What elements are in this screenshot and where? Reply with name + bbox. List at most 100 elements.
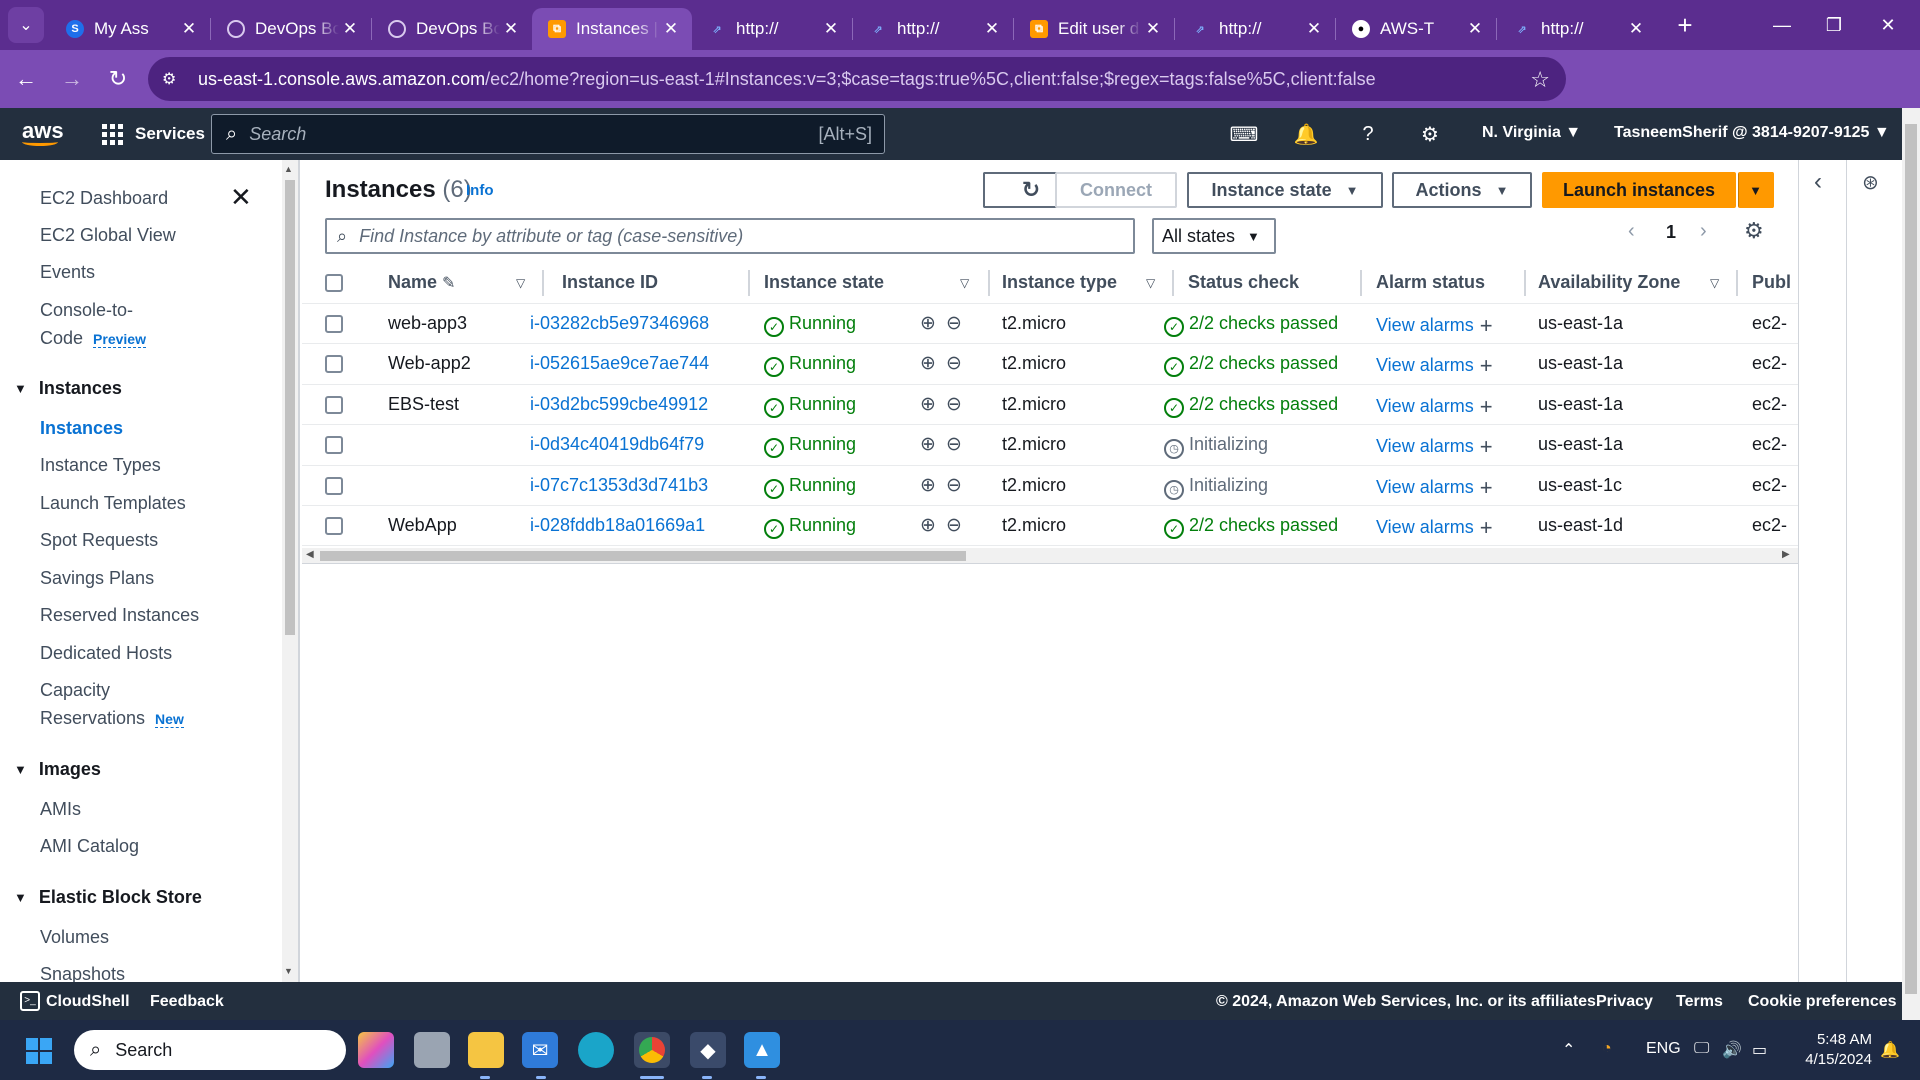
add-alarm-plus-icon[interactable]: + xyxy=(1480,434,1493,459)
feedback-link[interactable]: Feedback xyxy=(150,993,224,1011)
scroll-down-arrow-icon[interactable]: ▼ xyxy=(284,966,293,976)
mail-app-icon[interactable]: ✉ xyxy=(522,1032,558,1068)
column-resizer[interactable] xyxy=(542,270,544,296)
col-status-check[interactable]: Status check xyxy=(1188,272,1299,293)
add-alarm-plus-icon[interactable]: + xyxy=(1480,353,1493,378)
sort-triangle-icon[interactable]: ▽ xyxy=(1146,276,1155,290)
col-availability-zone[interactable]: Availability Zone xyxy=(1538,272,1680,293)
browser-tab[interactable]: ⇗ http:// ✕ xyxy=(1175,8,1335,50)
taskbar-search-input[interactable]: ⌕ Search xyxy=(74,1030,346,1070)
account-menu[interactable]: TasneemSherif @ 3814-9207-9125 ▼ xyxy=(1614,124,1890,142)
add-alarm-plus-icon[interactable]: + xyxy=(1480,394,1493,419)
select-all-checkbox[interactable] xyxy=(325,274,343,292)
tab-close-icon[interactable]: ✕ xyxy=(1303,19,1325,39)
new-tab-button[interactable]: + xyxy=(1667,7,1703,43)
browser-tab[interactable]: ⇗ http:// ✕ xyxy=(1497,8,1657,50)
preview-badge[interactable]: Preview xyxy=(93,331,146,348)
scroll-up-arrow-icon[interactable]: ▲ xyxy=(284,164,293,174)
table-row[interactable]: i-0d34c40419db64f79 ✓ Running ⊕ ⊖ t2.micro ◷ In… xyxy=(302,425,1798,466)
zoom-in-icon[interactable]: ⊕ xyxy=(920,433,936,456)
next-page-icon[interactable]: › xyxy=(1700,220,1707,243)
task-view-icon[interactable] xyxy=(414,1032,450,1068)
sidebar-item-console-to-code[interactable]: Console-to- Code Preview xyxy=(40,296,146,353)
volume-icon[interactable]: 🔊 xyxy=(1722,1040,1742,1060)
sidebar-item-ec2-global-view[interactable]: EC2 Global View xyxy=(40,221,176,249)
column-resizer[interactable] xyxy=(1172,270,1174,296)
collapse-panel-chevron-icon[interactable]: ‹ xyxy=(1814,168,1822,196)
info-link[interactable]: Info xyxy=(466,182,494,199)
table-row[interactable]: i-07c7c1353d3d741b3 ✓ Running ⊕ ⊖ t2.micro ◷ In… xyxy=(302,466,1798,506)
sidebar-item-volumes[interactable]: Volumes xyxy=(40,923,109,951)
sidebar-item-ami-catalog[interactable]: AMI Catalog xyxy=(40,832,139,860)
sort-triangle-icon[interactable]: ▽ xyxy=(960,276,969,290)
minimize-button[interactable]: — xyxy=(1752,0,1812,50)
reload-button[interactable]: ↻ xyxy=(98,59,138,99)
connect-button[interactable]: Connect xyxy=(1055,172,1177,208)
sidebar-section-ebs[interactable]: ▼ Elastic Block Store xyxy=(14,887,202,908)
chrome-browser-icon[interactable] xyxy=(634,1032,670,1068)
edge-browser-icon[interactable] xyxy=(578,1032,614,1068)
sidebar-item-events[interactable]: Events xyxy=(40,258,95,286)
instance-state-button[interactable]: Instance state ▼ xyxy=(1187,172,1383,208)
sidebar-section-images[interactable]: ▼ Images xyxy=(14,759,101,780)
instance-id-link[interactable]: i-03d2bc599cbe49912 xyxy=(530,394,708,415)
add-alarm-plus-icon[interactable]: + xyxy=(1480,515,1493,540)
page-scroll-thumb[interactable] xyxy=(1905,124,1917,994)
instance-id-link[interactable]: i-0d34c40419db64f79 xyxy=(530,434,704,455)
battery-icon[interactable]: ▭ xyxy=(1752,1040,1767,1060)
instance-filter-input[interactable]: ⌕ Find Instance by attribute or tag (cas… xyxy=(325,218,1135,254)
tab-close-icon[interactable]: ✕ xyxy=(1464,19,1486,39)
row-checkbox[interactable] xyxy=(325,436,343,455)
column-resizer[interactable] xyxy=(1736,270,1738,296)
sidebar-item-instances[interactable]: Instances xyxy=(40,414,123,442)
browser-tab[interactable]: S My Ass ✕ xyxy=(50,8,210,50)
network-icon[interactable]: 🖵 xyxy=(1694,1040,1709,1058)
add-alarm-plus-icon[interactable]: + xyxy=(1480,475,1493,500)
copilot-app-icon[interactable] xyxy=(358,1032,394,1068)
tab-search-button[interactable]: ⌄ xyxy=(8,7,44,43)
current-page-number[interactable]: 1 xyxy=(1666,222,1676,243)
windows-start-icon[interactable] xyxy=(26,1038,52,1064)
zoom-out-icon[interactable]: ⊖ xyxy=(946,474,962,497)
taskbar-clock[interactable]: 5:48 AM 4/15/2024 xyxy=(1796,1030,1872,1070)
col-instance-state[interactable]: Instance state xyxy=(764,272,884,293)
file-explorer-icon[interactable] xyxy=(468,1032,504,1068)
zoom-in-icon[interactable]: ⊕ xyxy=(920,514,936,537)
new-badge[interactable]: New xyxy=(155,711,184,728)
sort-triangle-icon[interactable]: ▽ xyxy=(516,276,525,290)
sidebar-item-instance-types[interactable]: Instance Types xyxy=(40,451,161,479)
column-resizer[interactable] xyxy=(1360,270,1362,296)
tray-app-icon[interactable]: ◔ xyxy=(1602,1040,1612,1058)
sidebar-item-reserved-instances[interactable]: Reserved Instances xyxy=(40,601,199,629)
scroll-right-arrow-icon[interactable]: ▶ xyxy=(1782,549,1790,560)
sidebar-item-amis[interactable]: AMIs xyxy=(40,795,81,823)
sidebar-item-spot-requests[interactable]: Spot Requests xyxy=(40,526,158,554)
column-resizer[interactable] xyxy=(748,270,750,296)
tab-close-icon[interactable]: ✕ xyxy=(660,19,682,39)
table-row[interactable]: EBS-test i-03d2bc599cbe49912 ✓ Running ⊕ ⊖ t2.… xyxy=(302,385,1798,426)
browser-tab[interactable]: DevOps Bo ✕ xyxy=(372,8,532,50)
row-checkbox[interactable] xyxy=(325,516,343,535)
sidebar-item-launch-templates[interactable]: Launch Templates xyxy=(40,489,186,517)
table-row[interactable]: WebApp i-028fddb18a01669a1 ✓ Running ⊕ ⊖ t2.mi… xyxy=(302,506,1798,547)
view-alarms-link[interactable]: View alarms xyxy=(1376,355,1474,375)
notification-bell-icon[interactable]: 🔔 xyxy=(1880,1040,1900,1060)
cloudshell-icon[interactable]: ⌨ xyxy=(1228,120,1260,148)
zoom-in-icon[interactable]: ⊕ xyxy=(920,393,936,416)
tab-close-icon[interactable]: ✕ xyxy=(820,19,842,39)
browser-tab[interactable]: ⧉ Instances | ✕ xyxy=(532,8,692,50)
aws-logo[interactable]: aws xyxy=(22,120,64,146)
view-alarms-link[interactable]: View alarms xyxy=(1376,315,1474,335)
sidebar-item-snapshots[interactable]: Snapshots xyxy=(40,960,125,982)
settings-gear-icon[interactable]: ⚙ xyxy=(1414,120,1446,148)
sidebar-scrollbar[interactable]: ▲ ▼ xyxy=(282,160,298,982)
add-alarm-plus-icon[interactable]: + xyxy=(1480,313,1493,338)
restore-button[interactable]: ❐ xyxy=(1804,0,1864,50)
col-alarm-status[interactable]: Alarm status xyxy=(1376,272,1485,293)
table-preferences-icon[interactable]: ⚙ xyxy=(1744,218,1764,244)
col-instance-id[interactable]: Instance ID xyxy=(562,272,658,293)
sidebar-item-dedicated-hosts[interactable]: Dedicated Hosts xyxy=(40,639,172,667)
column-resizer[interactable] xyxy=(988,270,990,296)
tab-close-icon[interactable]: ✕ xyxy=(1142,19,1164,39)
forward-button[interactable]: → xyxy=(52,59,92,99)
